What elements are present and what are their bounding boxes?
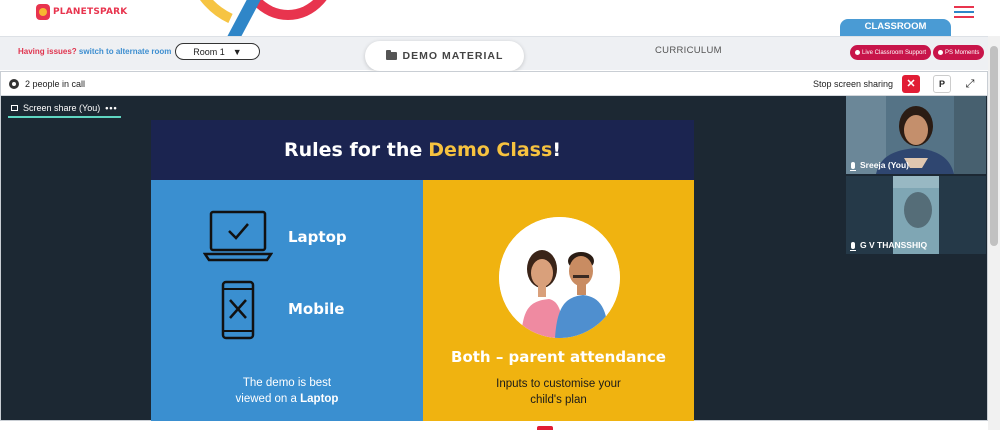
curriculum-tab[interactable]: CURRICULUM xyxy=(655,45,722,56)
classroom-tab[interactable]: CLASSROOM xyxy=(840,19,951,36)
demo-material-label: DEMO MATERIAL xyxy=(402,50,504,62)
screen-share-icon xyxy=(11,104,18,111)
planetspark-logo[interactable]: PLANETSPARK xyxy=(36,4,127,20)
mic-icon xyxy=(850,161,856,171)
participant-tile-self[interactable]: Sreeja (You) xyxy=(846,96,986,174)
folder-icon xyxy=(385,50,397,60)
toolbar: Having issues? switch to alternate room … xyxy=(0,36,988,71)
participant-tile-student[interactable]: G V THANSSHIQ xyxy=(846,176,986,254)
alternate-room-link[interactable]: switch to alternate room xyxy=(79,47,171,56)
bottom-indicator xyxy=(537,426,553,430)
slide-parent-panel: Both – parent attendance Inputs to custo… xyxy=(423,180,694,422)
slide-title-accent: Demo Class xyxy=(428,139,553,161)
screen-share-tab[interactable]: Screen share (You) ••• xyxy=(8,99,121,118)
best-viewed-line2: viewed on a Laptop xyxy=(151,392,423,407)
issues-prefix: Having issues? xyxy=(18,47,77,56)
bottom-strip xyxy=(0,421,988,430)
mobile-cross-icon xyxy=(221,280,255,340)
caret-down-icon: ▼ xyxy=(232,46,242,57)
hamburger-menu-icon[interactable] xyxy=(954,6,974,18)
shared-slide: Rules for the Demo Class! Laptop Mobile xyxy=(151,120,694,422)
stop-sharing-label: Stop screen sharing xyxy=(813,79,894,89)
p-button[interactable]: P xyxy=(933,75,951,93)
video-call-frame: 2 people in call Stop screen sharing ✕ P… xyxy=(0,71,988,422)
live-support-button[interactable]: Live Classroom Support xyxy=(850,45,932,60)
inputs-line2: child's plan xyxy=(530,394,587,406)
logo-text: PLANETSPARK xyxy=(53,7,128,17)
gear-icon[interactable] xyxy=(9,79,19,89)
ps-moments-button[interactable]: PS Moments xyxy=(933,45,985,60)
demo-material-button[interactable]: DEMO MATERIAL xyxy=(365,41,524,71)
laptop-label: Laptop xyxy=(288,228,347,246)
tab-menu-icon[interactable]: ••• xyxy=(105,103,117,113)
participant-name-text: Sreeja (You) xyxy=(860,160,909,170)
participant-name-student: G V THANSSHIQ xyxy=(850,240,928,251)
best-viewed-bold: Laptop xyxy=(300,393,339,405)
slide-title-part1: Rules for the xyxy=(284,139,423,161)
moments-icon xyxy=(938,50,943,55)
slide-device-panel: Laptop Mobile The demo is best viewed on… xyxy=(151,180,423,422)
screen-share-label: Screen share (You) xyxy=(23,102,101,113)
classroom-app: PLANETSPARK CLASSROOM Having issues? swi… xyxy=(0,0,1000,430)
ps-moments-label: PS Moments xyxy=(945,49,980,56)
inputs-line1: Inputs to customise your xyxy=(496,378,621,390)
slide-title-end: ! xyxy=(552,139,561,161)
logo-icon xyxy=(36,4,50,20)
people-count: 2 people in call xyxy=(25,79,86,89)
support-icon xyxy=(855,50,860,55)
parents-photo xyxy=(499,217,620,338)
room-select[interactable]: Room 1 ▼ xyxy=(175,43,260,60)
room-select-value: Room 1 xyxy=(193,46,225,57)
laptop-check-icon xyxy=(203,210,273,262)
page-scrollbar[interactable] xyxy=(988,36,1000,430)
best-viewed-line1: The demo is best xyxy=(242,377,332,389)
live-support-label: Live Classroom Support xyxy=(862,49,927,56)
participant-name-self: Sreeja (You) xyxy=(850,160,909,171)
call-toolbar: 2 people in call Stop screen sharing ✕ P… xyxy=(1,72,987,96)
both-attendance-label: Both – parent attendance xyxy=(451,348,666,366)
mic-icon xyxy=(850,241,856,251)
expand-icon[interactable]: ⤢ xyxy=(961,75,979,93)
issues-notice: Having issues? switch to alternate room xyxy=(18,47,171,56)
best-viewed-prefix: viewed on a xyxy=(235,393,297,405)
mobile-label: Mobile xyxy=(288,300,345,318)
scrollbar-thumb[interactable] xyxy=(990,46,998,246)
slide-title: Rules for the Demo Class! xyxy=(151,120,694,180)
stop-sharing-button[interactable]: ✕ xyxy=(902,75,920,93)
participant-name-text: G V THANSSHIQ xyxy=(860,240,928,250)
